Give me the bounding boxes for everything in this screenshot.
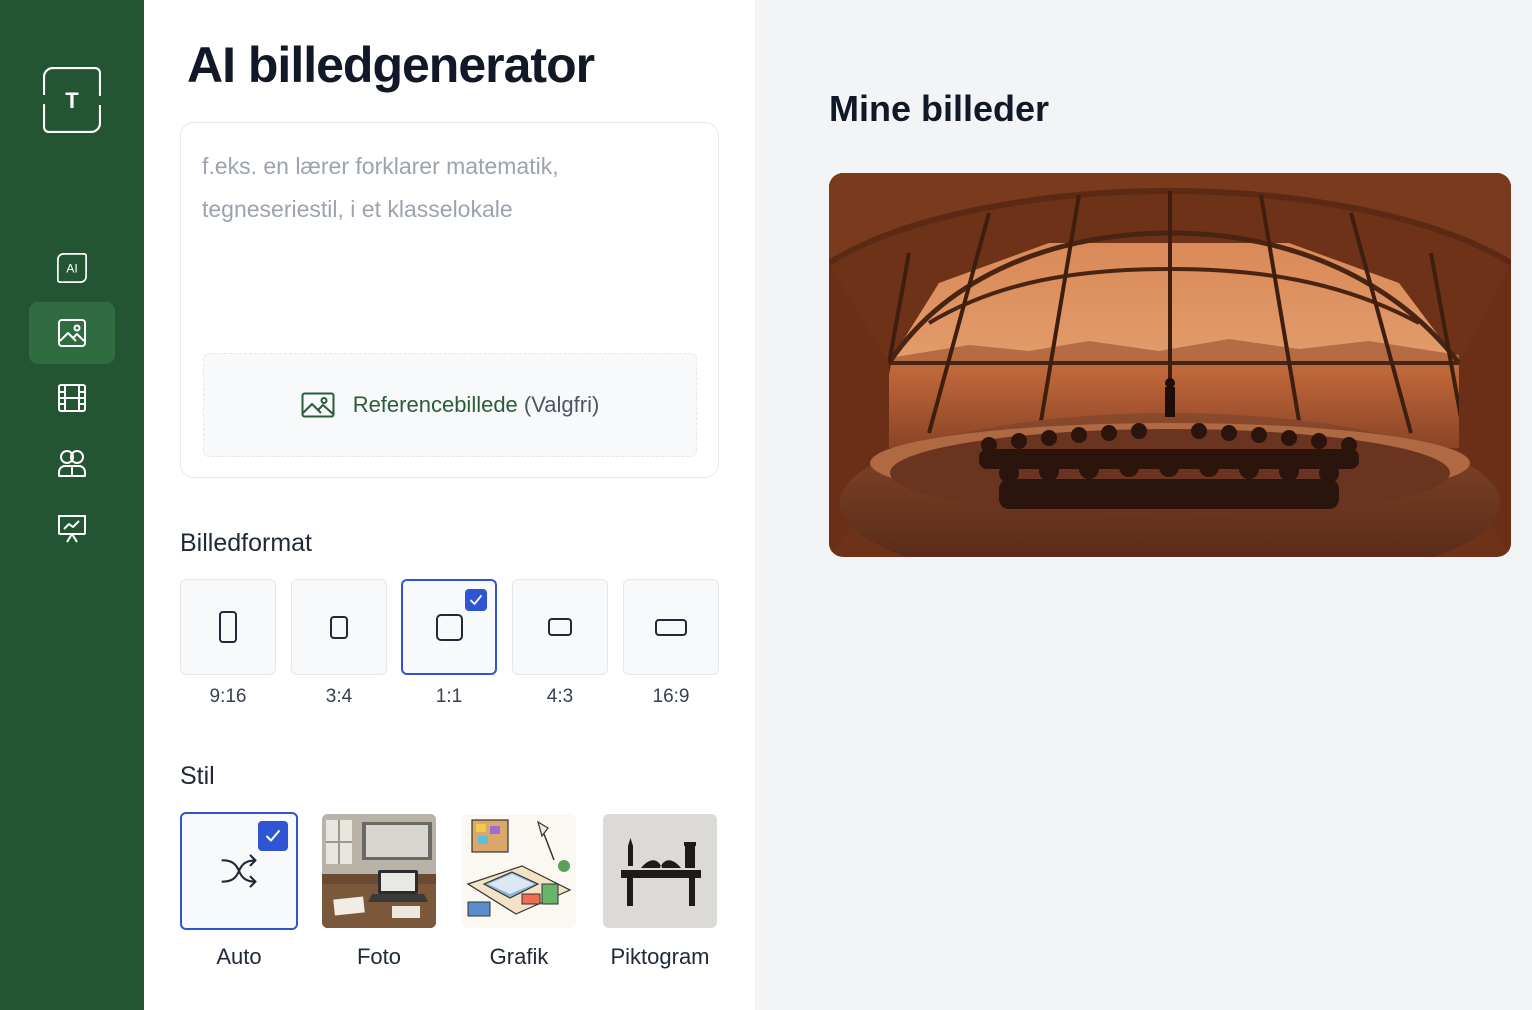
ai-text-icon: AI [57, 253, 87, 283]
format-label: 4:3 [546, 686, 574, 707]
format-option-4-3[interactable] [512, 579, 608, 675]
grafik-thumbnail [462, 814, 576, 928]
format-label: 1:1 [435, 686, 463, 707]
prompt-card: Referencebillede (Valgfri) [180, 122, 719, 478]
page-title: AI billedgenerator [187, 37, 595, 93]
format-option-9-16[interactable] [180, 579, 276, 675]
svg-text:AI: AI [66, 262, 78, 276]
checkmark-icon [465, 589, 487, 611]
portrait-icon [330, 615, 348, 639]
format-label: 3:4 [325, 686, 353, 707]
image-upload-icon [301, 392, 335, 418]
generated-image-mars-dome [829, 173, 1511, 557]
style-option-auto[interactable] [180, 812, 298, 930]
reference-image-upload[interactable]: Referencebillede (Valgfri) [203, 353, 697, 457]
generator-panel: AI billedgenerator Referencebillede (Val… [144, 0, 755, 1010]
landscape-wide-icon [655, 618, 687, 636]
style-section-label: Stil [180, 762, 215, 790]
logo-letter: T [65, 88, 79, 113]
format-label: 16:9 [652, 686, 690, 707]
style-label: Auto [216, 944, 262, 969]
shuffle-icon [221, 854, 257, 888]
nav-images[interactable] [29, 302, 115, 364]
piktogram-thumbnail [603, 814, 717, 928]
style-label: Grafik [489, 944, 549, 969]
format-option-3-4[interactable] [291, 579, 387, 675]
film-icon [58, 384, 86, 412]
sidebar: T AI [0, 0, 144, 1010]
format-label: 9:16 [209, 686, 247, 707]
style-option-foto[interactable] [322, 814, 436, 928]
format-option-1-1[interactable] [401, 579, 497, 675]
app-logo[interactable]: T [42, 66, 102, 134]
foto-thumbnail [322, 814, 436, 928]
gallery-title: Mine billeder [829, 88, 1050, 129]
format-option-16-9[interactable] [623, 579, 719, 675]
format-section-label: Billedformat [180, 529, 312, 557]
nav-users[interactable] [29, 432, 115, 494]
nav-presentation[interactable] [29, 497, 115, 559]
style-label: Piktogram [610, 944, 710, 969]
reference-image-label: Referencebillede (Valgfri) [352, 392, 600, 417]
style-label: Foto [356, 944, 402, 969]
square-icon [435, 613, 463, 641]
style-option-grafik[interactable] [462, 814, 576, 928]
nav-video[interactable] [29, 367, 115, 429]
nav-ai-text[interactable]: AI [29, 237, 115, 299]
style-option-piktogram[interactable] [603, 814, 717, 928]
prompt-input[interactable] [202, 145, 702, 345]
generated-image[interactable] [829, 173, 1511, 557]
portrait-tall-icon [219, 611, 237, 643]
image-icon [58, 319, 86, 347]
users-icon [58, 450, 86, 477]
presentation-icon [58, 515, 86, 543]
landscape-icon [548, 618, 572, 636]
